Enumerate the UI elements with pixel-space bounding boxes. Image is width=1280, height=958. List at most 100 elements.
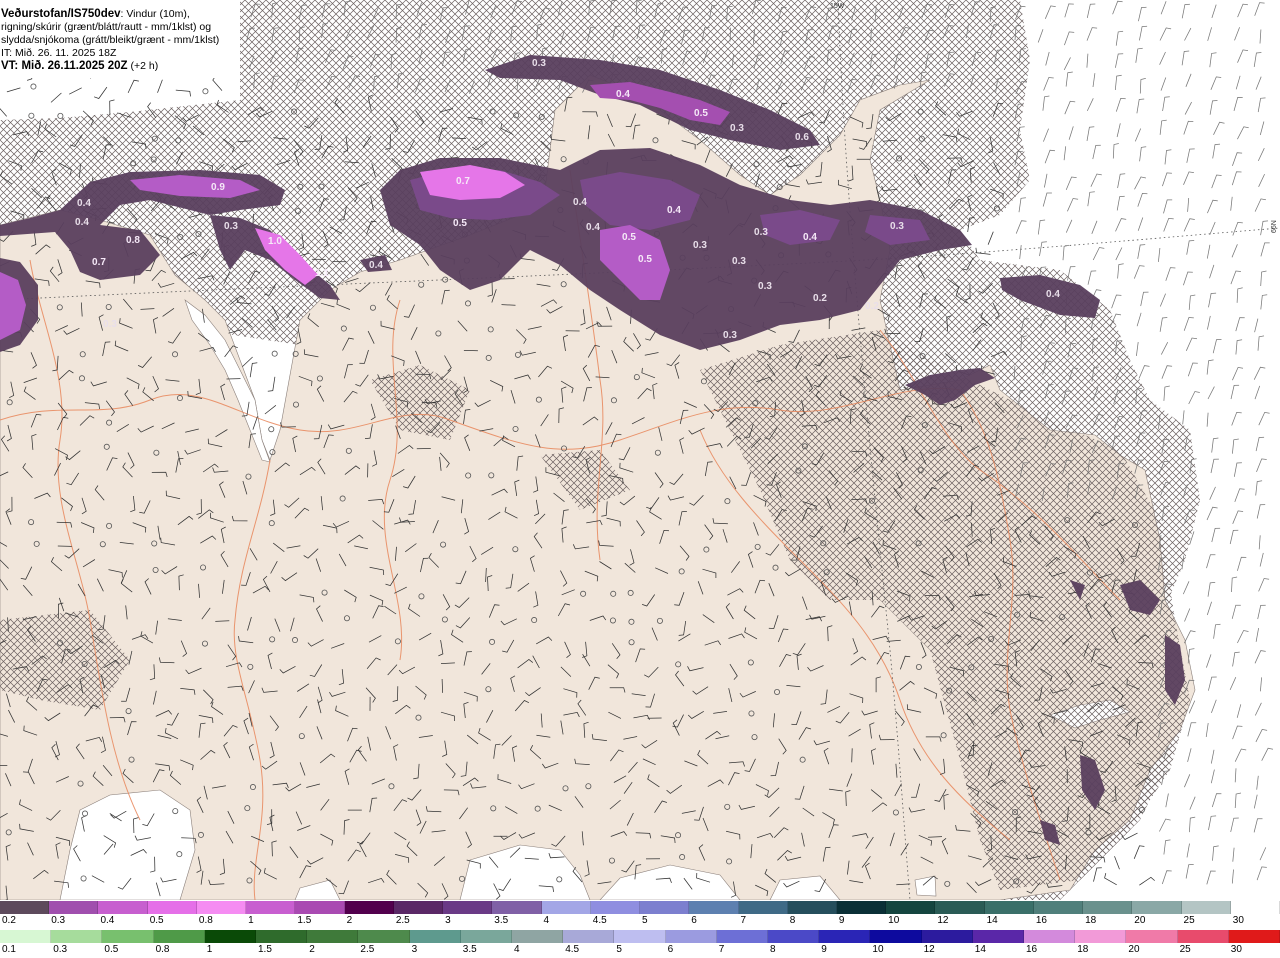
legend-label: 0.8 bbox=[198, 915, 213, 926]
legend-swatch bbox=[102, 930, 154, 943]
legend-label: 30 bbox=[1230, 944, 1242, 955]
legend-label: 4 bbox=[514, 944, 520, 955]
legend-label: 2.5 bbox=[395, 915, 410, 926]
header-line-2: rigning/skúrir (grænt/blátt/rautt - mm/1… bbox=[1, 21, 212, 33]
precip-value-label: 0.5 bbox=[622, 232, 636, 243]
legend-swatch bbox=[307, 930, 359, 943]
precip-value-label: 0.3 bbox=[224, 221, 238, 232]
legend-label: 3 bbox=[445, 915, 451, 926]
lon-label: 15W bbox=[830, 3, 845, 10]
legend-swatch bbox=[614, 930, 666, 943]
wind-barb bbox=[851, 748, 853, 763]
legend-label: 9 bbox=[821, 944, 827, 955]
legend-swatch bbox=[689, 901, 739, 914]
legend-swatch bbox=[1181, 901, 1231, 914]
legend-label: 10 bbox=[888, 915, 900, 926]
precip-value-label: 0.7 bbox=[456, 176, 470, 187]
legend-swatch bbox=[204, 930, 257, 943]
legend-label: 2.5 bbox=[360, 944, 375, 955]
legend-swatch bbox=[358, 930, 410, 943]
rain-legend-bar bbox=[0, 930, 1280, 943]
legend-label: 16 bbox=[1026, 944, 1038, 955]
wind-barb bbox=[441, 678, 443, 693]
legend-swatch bbox=[972, 930, 1025, 943]
legend-swatch bbox=[590, 901, 641, 914]
legend-label: 1 bbox=[206, 944, 213, 955]
legend-label: 8 bbox=[770, 944, 776, 955]
precip-value-label: 0.3 bbox=[723, 330, 737, 341]
legend-swatch bbox=[787, 901, 837, 914]
legend-label: 20 bbox=[1134, 915, 1146, 926]
legend-swatch bbox=[153, 930, 205, 943]
rain-legend-labels: 0.1 0.3 0.5 0.8 1 1.5 2 2.5 3 3.5 4 4.5 5 6 7 8 9 10 12 14 1… bbox=[0, 944, 1280, 957]
precip-value-label: 0.4 bbox=[803, 232, 817, 243]
precip-value-label: 0.6 bbox=[795, 132, 809, 143]
legend-swatch bbox=[563, 930, 615, 943]
legend-swatch bbox=[1126, 930, 1178, 943]
legend-swatch bbox=[984, 901, 1034, 914]
legend-swatch bbox=[886, 901, 936, 914]
legend-swatch bbox=[147, 901, 197, 914]
legend-swatch bbox=[640, 901, 690, 914]
precip-value-label: 0.5 bbox=[453, 218, 467, 229]
valid-time-value: VT: Mið. 26.11.2025 20Z bbox=[1, 60, 128, 72]
precip-value-label: 0.3 bbox=[730, 123, 744, 134]
legend-label: 0.3 bbox=[51, 915, 66, 926]
precip-value-label: 0.3 bbox=[103, 319, 117, 330]
legend-label: 10 bbox=[872, 944, 884, 955]
brand-title: Veðurstofan/IS750dev bbox=[1, 8, 121, 20]
precip-value-label: 1.0 bbox=[268, 236, 282, 247]
legend-swatch bbox=[0, 930, 52, 943]
issue-time: IT: Mið. 26. 11. 2025 18Z bbox=[1, 47, 117, 59]
legend-label: 12 bbox=[923, 944, 935, 955]
legend-swatch bbox=[1132, 901, 1182, 914]
legend-label: 3 bbox=[411, 944, 418, 955]
legend-swatch bbox=[1075, 930, 1127, 943]
legend-label: 30 bbox=[1232, 915, 1244, 926]
legend-swatch bbox=[665, 930, 717, 943]
legend-label: 4.5 bbox=[565, 944, 580, 955]
legend-swatch bbox=[256, 930, 308, 943]
legend-label: 0.4 bbox=[100, 915, 115, 926]
legend-swatch bbox=[716, 930, 769, 943]
precip-value-label: 0.8 bbox=[126, 235, 140, 246]
precip-value-label: 0.3 bbox=[758, 281, 772, 292]
legend-swatch bbox=[935, 901, 985, 914]
legend-label: 3.5 bbox=[462, 944, 477, 955]
header-line-1: Veðurstofan/IS750dev: Vindur (10m), bbox=[1, 8, 240, 21]
legend-label: 12 bbox=[937, 915, 949, 926]
snow-legend-bar bbox=[0, 901, 1280, 914]
precip-value-label: 0.3 bbox=[693, 240, 707, 251]
precip-value-label: 0.2 bbox=[813, 293, 827, 304]
legend-label: 0.3 bbox=[53, 944, 68, 955]
legend-swatch bbox=[738, 901, 788, 914]
legend-swatch bbox=[541, 901, 591, 914]
legend-swatch bbox=[512, 930, 564, 943]
legend-swatch bbox=[246, 901, 296, 914]
legend-label: 25 bbox=[1183, 915, 1195, 926]
legend-swatch bbox=[98, 901, 148, 914]
legend-label: 2 bbox=[309, 944, 315, 955]
legend-label: 2 bbox=[346, 915, 353, 926]
legend-swatch bbox=[1083, 901, 1133, 914]
precip-value-label: 0.3 bbox=[754, 227, 768, 238]
header-variable: : Vindur (10m), bbox=[120, 8, 190, 20]
precip-value-label: 0.2 bbox=[865, 301, 879, 312]
rain-legend: 0.1 0.3 0.5 0.8 1 1.5 2 2.5 3 3.5 4 4.5 5 6 7 8 9 10 12 14 1… bbox=[0, 929, 1280, 958]
precip-value-label: 1.1 bbox=[315, 268, 329, 279]
legend-label: 0.2 bbox=[2, 915, 16, 926]
legend-label: 5 bbox=[616, 944, 622, 955]
legend-swatch bbox=[1033, 901, 1084, 914]
legend-label: 9 bbox=[838, 915, 845, 926]
legend-label: 25 bbox=[1179, 944, 1191, 955]
legend-swatch bbox=[393, 901, 444, 914]
legend-label: 4.5 bbox=[592, 915, 607, 926]
legend-swatch bbox=[1228, 930, 1280, 943]
legend-swatch bbox=[836, 901, 887, 914]
weather-map: 15W 66N 0.3 0.4 0.5 0.3 0.6 0.7 0.5 0.4 0.4 0.4 0.… bbox=[0, 0, 1280, 900]
precip-value-label: 0.3 bbox=[532, 58, 546, 69]
legend-label: 0.1 bbox=[2, 944, 16, 955]
precip-value-label: 0.5 bbox=[638, 254, 652, 265]
legend-swatch bbox=[1177, 930, 1229, 943]
legend-swatch bbox=[0, 901, 50, 914]
